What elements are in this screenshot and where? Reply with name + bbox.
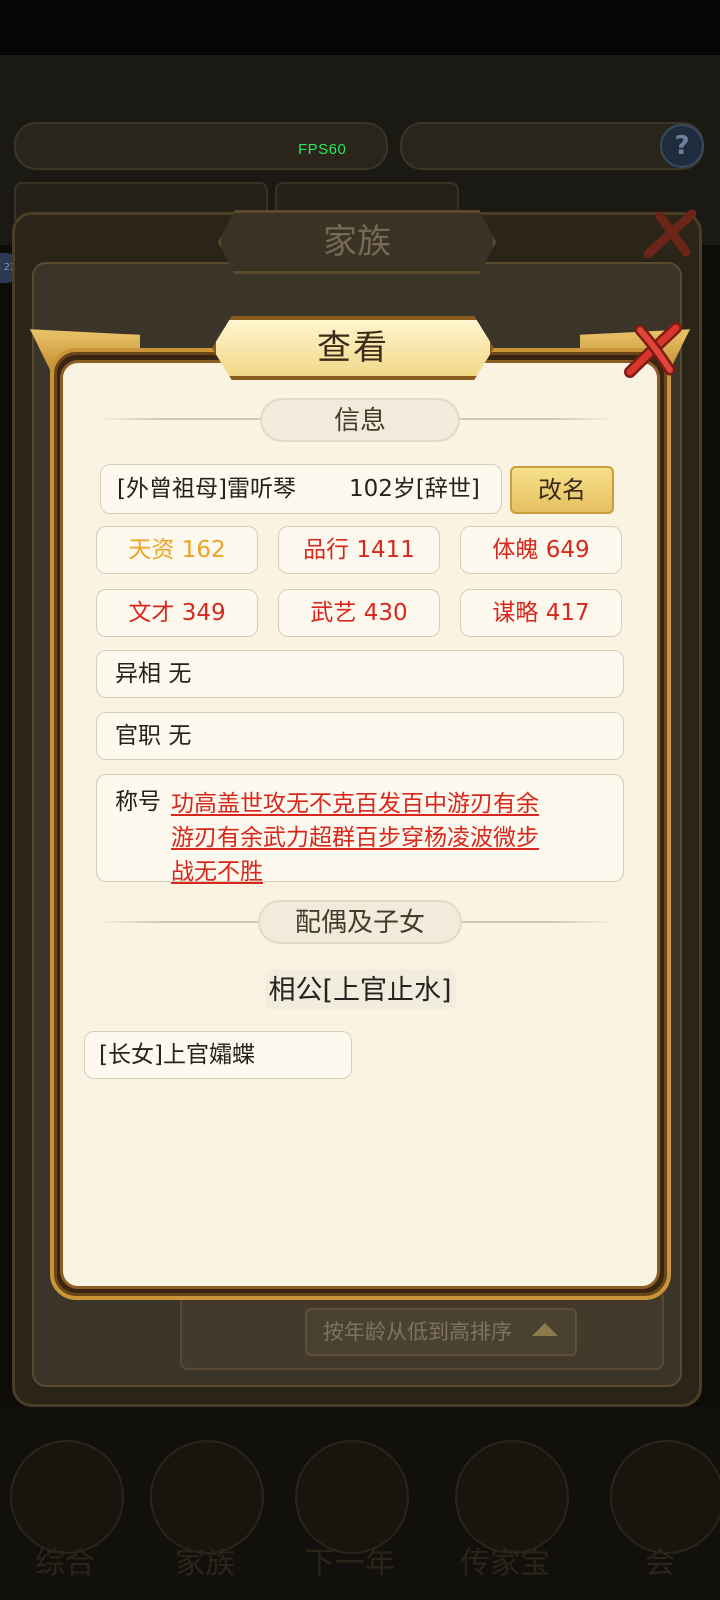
info-section-header: 信息 [260, 398, 460, 442]
stat-label: 文才 [128, 600, 175, 626]
stat-value: 649 [545, 537, 590, 563]
family-title-text: 家族 [323, 222, 391, 262]
stat-martial: 武艺 430 [278, 589, 440, 637]
family-close-icon[interactable] [640, 204, 700, 264]
nav-icon-family[interactable] [150, 1440, 264, 1554]
nav-icon-more[interactable] [610, 1440, 720, 1554]
nav-label-overview: 综合 [35, 1546, 95, 1581]
section-divider [95, 418, 265, 420]
stat-label: 品行 [303, 537, 350, 563]
honor-label: 称号 [115, 789, 161, 815]
close-icon[interactable] [618, 314, 688, 384]
office-row: 官职 无 [96, 712, 624, 760]
stat-value: 417 [545, 600, 590, 626]
office-label: 官职 [115, 723, 161, 749]
nav-label-heirloom: 传家宝 [460, 1546, 550, 1581]
status-bar [0, 0, 720, 55]
stat-value: 1411 [356, 537, 415, 563]
member-age-status: 102岁[辞世] [349, 476, 480, 502]
spouse-name[interactable]: 相公[上官止水] [250, 968, 470, 1008]
rename-button[interactable]: 改名 [510, 466, 614, 514]
name-field: [外曾祖母]雷听琴 102岁[辞世] [100, 464, 502, 514]
nav-icon-next-year[interactable] [295, 1440, 409, 1554]
honor-row: 称号 功高盖世攻无不克百发百中游刃有余 游刃有余武力超群百步穿杨凌波微步 战无不… [96, 774, 624, 885]
office-value: 无 [168, 723, 192, 749]
trait-label: 异相 [115, 661, 161, 687]
section-divider [455, 418, 615, 420]
stat-label: 武艺 [310, 600, 357, 626]
honor-line[interactable]: 战无不胜 [171, 855, 611, 889]
stat-strategy: 谋略 417 [460, 589, 622, 637]
honor-line[interactable]: 游刃有余武力超群百步穿杨凌波微步 [171, 821, 611, 855]
sort-arrow-icon [532, 1323, 558, 1336]
nav-label-next-year: 下一年 [305, 1546, 395, 1581]
stat-value: 349 [181, 600, 226, 626]
stat-label: 体魄 [492, 537, 539, 563]
member-name: [外曾祖母]雷听琴 [117, 476, 296, 502]
family-section-header: 配偶及子女 [258, 900, 462, 944]
honor-list: 功高盖世攻无不克百发百中游刃有余 游刃有余武力超群百步穿杨凌波微步 战无不胜 [171, 787, 611, 889]
stat-conduct: 品行 1411 [278, 526, 440, 574]
honor-line[interactable]: 功高盖世攻无不克百发百中游刃有余 [171, 787, 611, 821]
stat-talent: 天资 162 [96, 526, 258, 574]
child-item[interactable]: [长女]上官孀蝶 [84, 1031, 352, 1079]
stat-label: 谋略 [492, 600, 539, 626]
nav-label-family: 家族 [175, 1546, 235, 1581]
stat-physique: 体魄 649 [460, 526, 622, 574]
modal-title: 查看 [317, 328, 389, 368]
stat-label: 天资 [128, 537, 175, 563]
section-divider [455, 921, 615, 923]
nav-icon-heirloom[interactable] [455, 1440, 569, 1554]
family-panel-title: 家族 [218, 210, 496, 274]
stat-value: 430 [363, 600, 408, 626]
help-icon[interactable]: ? [660, 124, 704, 168]
background-resource-pill-right [400, 122, 704, 170]
trait-value: 无 [168, 661, 192, 687]
section-divider [95, 921, 265, 923]
trait-row: 异相 无 [96, 650, 624, 698]
nav-label-more: 会 [645, 1546, 675, 1581]
fps-counter: FPS60 [298, 141, 347, 158]
nav-icon-overview[interactable] [10, 1440, 124, 1554]
stat-literature: 文才 349 [96, 589, 258, 637]
modal-title-plate: 查看 [212, 316, 494, 380]
stat-value: 162 [181, 537, 226, 563]
